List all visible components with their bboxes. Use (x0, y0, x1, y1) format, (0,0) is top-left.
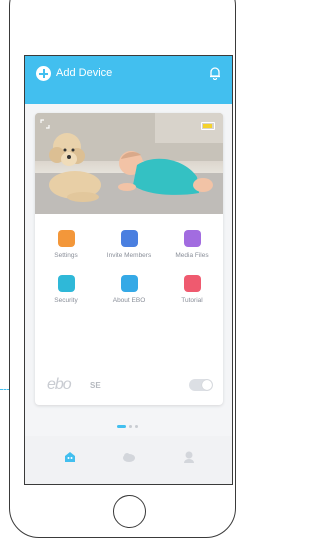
power-toggle[interactable] (189, 379, 213, 391)
app-screen: Add Device Settings Invite Members Media… (24, 55, 233, 485)
menu-label: About EBO (112, 297, 146, 304)
page-indicator (117, 418, 141, 429)
phone-home-button[interactable] (113, 495, 146, 528)
settings-icon (57, 230, 75, 247)
menu-item-tutorial[interactable]: Tutorial (161, 275, 223, 304)
tutorial-icon (183, 275, 201, 292)
menu-label: Settings (54, 252, 78, 259)
menu-item-invite-members[interactable]: Invite Members (98, 230, 160, 259)
model-label: SE (90, 381, 101, 390)
add-device-label[interactable]: Add Device (56, 66, 112, 81)
menu-label: Security (54, 297, 78, 304)
page-dot (129, 425, 132, 429)
menu-label: Invite Members (106, 252, 152, 259)
battery-icon (201, 122, 215, 130)
brand-logo: ebo (47, 376, 72, 393)
page-dot (135, 425, 138, 429)
media-files-icon (183, 230, 201, 247)
menu-item-security[interactable]: Security (35, 275, 97, 304)
top-bar: Add Device (25, 56, 232, 104)
home-tab-icon[interactable] (63, 450, 77, 464)
add-device-icon[interactable] (36, 66, 51, 81)
profile-tab-icon[interactable] (182, 450, 196, 464)
about-icon (120, 275, 138, 292)
menu-item-media-files[interactable]: Media Files (161, 230, 223, 259)
cloud-tab-icon[interactable] (122, 450, 136, 464)
menu-label: Media Files (175, 252, 209, 259)
invite-members-icon (120, 230, 138, 247)
menu-item-settings[interactable]: Settings (35, 230, 97, 259)
expand-icon[interactable] (40, 119, 50, 129)
menu-label: Tutorial (181, 297, 203, 304)
bottom-tab-bar (25, 436, 232, 484)
menu-item-about-ebo[interactable]: About EBO (98, 275, 160, 304)
device-card[interactable]: Settings Invite Members Media Files Secu… (35, 113, 223, 405)
page-dot-active (117, 425, 126, 429)
camera-preview-image[interactable] (35, 113, 223, 214)
bell-icon[interactable] (208, 66, 222, 80)
preview-illustration (35, 113, 223, 214)
security-icon (57, 275, 75, 292)
